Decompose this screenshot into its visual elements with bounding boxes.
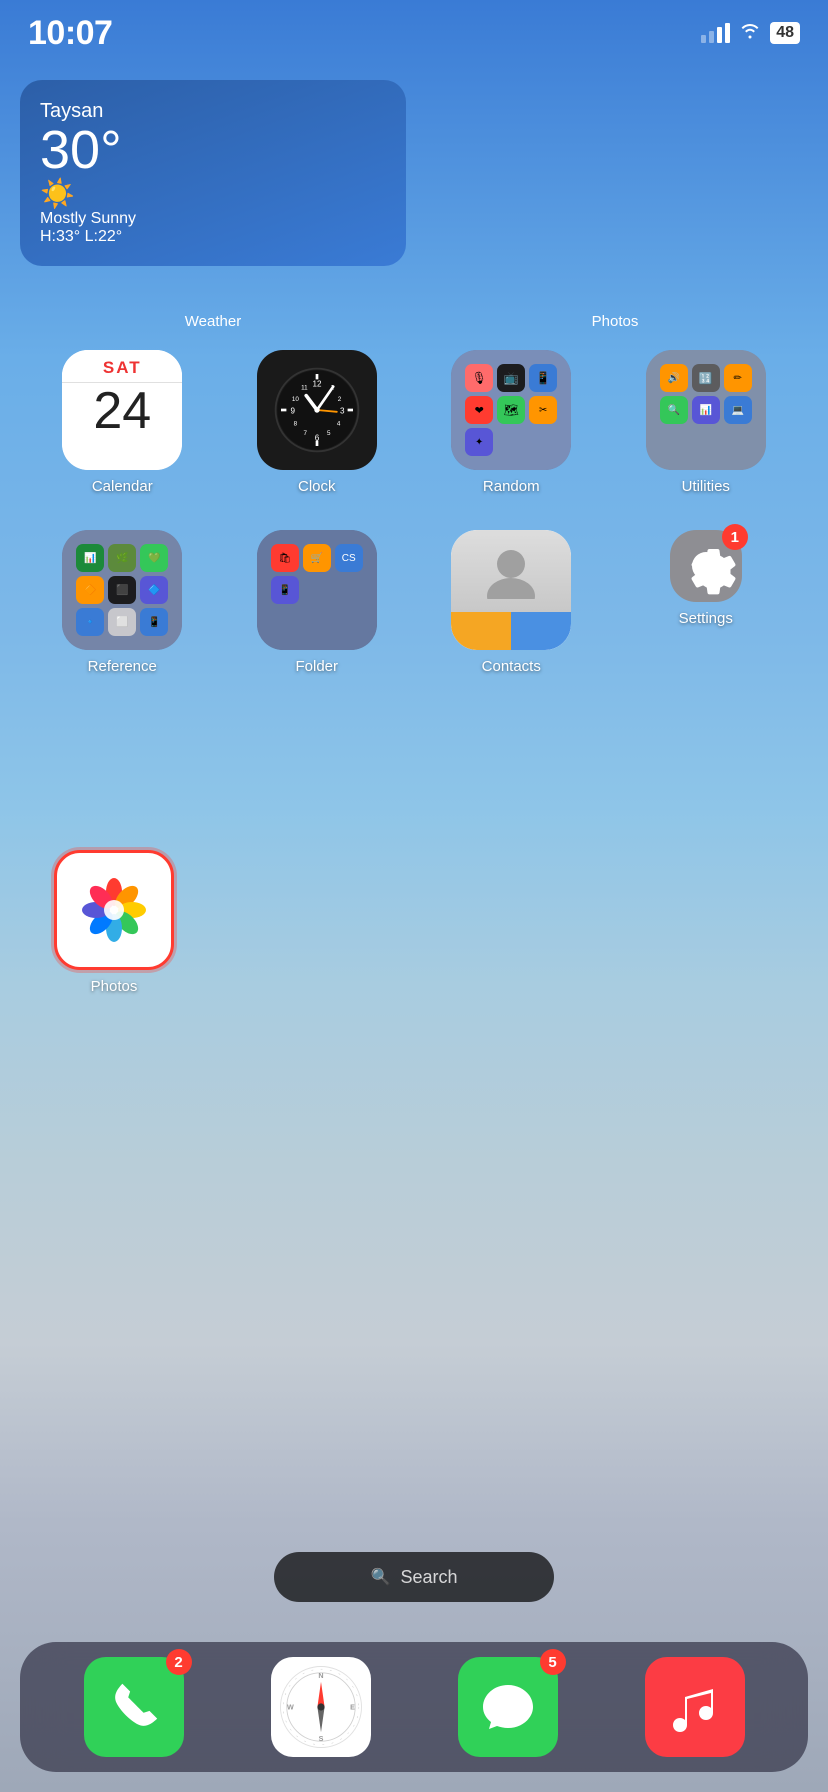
svg-text:11: 11 bbox=[301, 384, 308, 391]
app-grid-row2: 📊 🌿 💚 🔶 ⬛ 🔷 🔹 ⬜ 📱 Reference 🛍 🛒 CS 📱 bbox=[30, 530, 798, 675]
utilities-icon: 🔊 🔢 ✏ 🔍 📊 💻 bbox=[646, 350, 766, 470]
photos-widget-wrapper: BON APPÉTIT 2023 Photos bbox=[422, 80, 808, 300]
weather-temp: 30° bbox=[40, 123, 386, 177]
svg-text:6: 6 bbox=[315, 434, 320, 443]
app-label-contacts: Contacts bbox=[482, 658, 541, 675]
app-label-utilities: Utilities bbox=[682, 478, 730, 495]
messages-badge: 5 bbox=[540, 1649, 566, 1675]
phone-icon bbox=[84, 1657, 184, 1757]
svg-text:5: 5 bbox=[327, 430, 331, 437]
svg-text:8: 8 bbox=[293, 420, 297, 427]
search-bar[interactable]: 🔍 Search bbox=[274, 1552, 554, 1602]
svg-text:7: 7 bbox=[303, 430, 307, 437]
app-grid-row1: SAT 24 Calendar 12 3 6 9 bbox=[30, 350, 798, 495]
app-label-clock: Clock bbox=[298, 478, 336, 495]
photos-standalone-icon bbox=[54, 850, 174, 970]
calendar-day-name: SAT bbox=[103, 358, 142, 377]
weather-description: Mostly Sunny bbox=[40, 210, 386, 228]
svg-text:W: W bbox=[287, 1703, 294, 1712]
calendar-icon: SAT 24 bbox=[62, 350, 182, 470]
app-label-settings: Settings bbox=[679, 610, 733, 627]
app-label-reference: Reference bbox=[88, 658, 157, 675]
app-item-reference[interactable]: 📊 🌿 💚 🔶 ⬛ 🔷 🔹 ⬜ 📱 Reference bbox=[30, 530, 215, 675]
wifi-icon bbox=[738, 21, 762, 45]
dock-item-messages[interactable]: 5 bbox=[458, 1657, 558, 1757]
svg-text:12: 12 bbox=[312, 380, 321, 389]
photos-widget-label: Photos bbox=[422, 313, 808, 330]
app-label-random: Random bbox=[483, 478, 540, 495]
app-item-clock[interactable]: 12 3 6 9 1 2 4 5 7 8 10 11 Clock bbox=[225, 350, 410, 495]
status-bar: 10:07 48 bbox=[0, 0, 828, 54]
svg-text:E: E bbox=[350, 1703, 355, 1712]
app-item-calendar[interactable]: SAT 24 Calendar bbox=[30, 350, 215, 495]
folder-icon: 🛍 🛒 CS 📱 bbox=[257, 530, 377, 650]
app-label-photos-standalone: Photos bbox=[91, 978, 138, 995]
weather-widget[interactable]: Taysan 30° ☀️ Mostly Sunny H:33° L:22° bbox=[20, 80, 406, 266]
safari-icon: N S E W bbox=[271, 1657, 371, 1757]
app-label-calendar: Calendar bbox=[92, 478, 153, 495]
dock-item-music[interactable] bbox=[645, 1657, 745, 1757]
status-icons: 48 bbox=[701, 21, 800, 45]
dock: 2 N S E W bbox=[20, 1642, 808, 1772]
contacts-icon bbox=[451, 530, 571, 650]
weather-widget-wrapper: Taysan 30° ☀️ Mostly Sunny H:33° L:22° W… bbox=[20, 80, 406, 300]
reference-icon: 📊 🌿 💚 🔶 ⬛ 🔷 🔹 ⬜ 📱 bbox=[62, 530, 182, 650]
app-item-random[interactable]: 🎙 📺 📱 ❤ 🗺 ✂ ✦ Random bbox=[419, 350, 604, 495]
widgets-row: Taysan 30° ☀️ Mostly Sunny H:33° L:22° W… bbox=[20, 80, 808, 300]
dock-item-safari[interactable]: N S E W bbox=[271, 1657, 371, 1757]
app-item-settings[interactable]: 1 Settings bbox=[614, 530, 799, 675]
app-item-contacts[interactable]: Contacts bbox=[419, 530, 604, 675]
status-time: 10:07 bbox=[28, 14, 112, 53]
dock-item-phone[interactable]: 2 bbox=[84, 1657, 184, 1757]
messages-icon bbox=[458, 1657, 558, 1757]
app-label-folder: Folder bbox=[295, 658, 338, 675]
weather-widget-label: Weather bbox=[20, 313, 406, 330]
weather-range: H:33° L:22° bbox=[40, 228, 386, 246]
svg-text:S: S bbox=[318, 1734, 323, 1743]
phone-badge: 2 bbox=[166, 1649, 192, 1675]
battery-icon: 48 bbox=[770, 22, 800, 44]
music-icon bbox=[645, 1657, 745, 1757]
signal-icon bbox=[701, 23, 730, 43]
svg-text:4: 4 bbox=[337, 420, 341, 427]
random-icon: 🎙 📺 📱 ❤ 🗺 ✂ ✦ bbox=[451, 350, 571, 470]
svg-text:3: 3 bbox=[340, 407, 345, 416]
clock-icon: 12 3 6 9 1 2 4 5 7 8 10 11 bbox=[257, 350, 377, 470]
app-item-folder[interactable]: 🛍 🛒 CS 📱 Folder bbox=[225, 530, 410, 675]
svg-text:10: 10 bbox=[292, 396, 300, 403]
svg-text:N: N bbox=[318, 1671, 323, 1680]
app-item-utilities[interactable]: 🔊 🔢 ✏ 🔍 📊 💻 Utilities bbox=[614, 350, 799, 495]
search-icon: 🔍 bbox=[371, 1567, 391, 1587]
weather-sun-icon: ☀️ bbox=[40, 177, 386, 210]
svg-text:9: 9 bbox=[290, 407, 295, 416]
svg-text:2: 2 bbox=[337, 396, 341, 403]
settings-badge: 1 bbox=[722, 524, 748, 550]
settings-icon-wrapper: 1 bbox=[670, 530, 742, 602]
app-item-photos-standalone[interactable]: Photos bbox=[54, 850, 174, 995]
calendar-day-number: 24 bbox=[93, 383, 151, 440]
search-label: Search bbox=[400, 1567, 457, 1588]
